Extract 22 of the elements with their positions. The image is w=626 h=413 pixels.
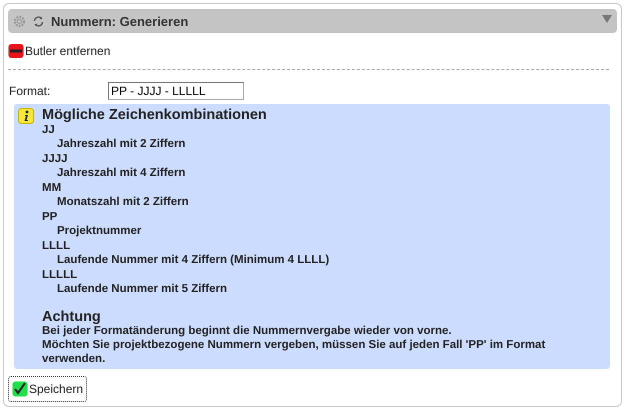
code-term: MM (42, 181, 62, 195)
format-input[interactable]: PP - JJJJ - LLLLL (108, 82, 244, 100)
panel-title: Nummern: Generieren (51, 14, 190, 28)
code-description: Laufende Nummer mit 5 Ziffern (56, 282, 228, 297)
warning-text: Möchten Sie projektbezogene Nummern vergeben, müssen Sie auf jeden Fall 'PP' im Format verwenden. (42, 338, 546, 366)
code-term: JJJJ (42, 152, 69, 166)
code-description: Projektnummer (56, 224, 142, 239)
info-title: Mögliche Zeichenkombinationen (42, 107, 268, 123)
code-description: Jahreszahl mit 4 Ziffern (56, 166, 186, 181)
warning-title: Achtung (42, 310, 102, 324)
code-term: LLLLL (42, 268, 78, 282)
code-term: LLLL (42, 239, 72, 253)
code-description: Monatszahl mit 2 Ziffern (56, 195, 190, 210)
warning-text: Bei jeder Formatänderung beginnt die Nummernvergabe wieder von vorne. (42, 324, 453, 338)
code-term: JJ (42, 123, 56, 137)
panel-header[interactable]: Nummern: Generieren (8, 9, 617, 33)
code-description: Jahreszahl mit 2 Ziffern (56, 137, 186, 152)
code-description: Laufende Nummer mit 4 Ziffern (Minimum 4 LLLL) (56, 253, 330, 268)
format-label: Format: (8, 84, 52, 98)
code-term: PP (42, 210, 58, 224)
save-button[interactable]: Speichern (8, 376, 88, 402)
remove-button[interactable]: Butler entfernen (8, 43, 110, 59)
